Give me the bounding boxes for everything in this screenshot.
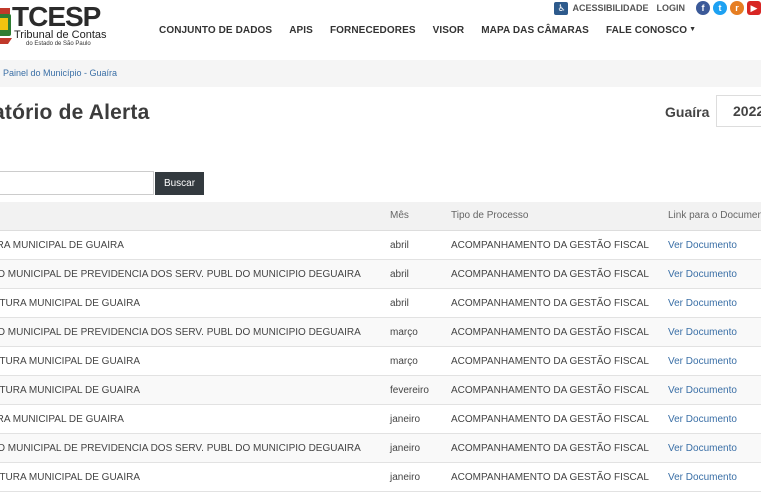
top-utility-bar: ♿ ACESSIBILIDADE LOGIN f t r ▶	[554, 0, 761, 16]
view-document-link[interactable]: Ver Documento	[668, 327, 737, 338]
cell-process-type: ACOMPANHAMENTO DA GESTÃO FISCAL	[451, 298, 649, 309]
cell-entity: EITURA MUNICIPAL DE GUAÍRA	[0, 298, 141, 309]
page-title: atório de Alerta	[0, 101, 150, 124]
view-document-link[interactable]: Ver Documento	[668, 414, 737, 425]
cell-month: março	[390, 327, 418, 338]
nav-apis[interactable]: APIS	[289, 25, 313, 36]
nav-fornecedores[interactable]: FORNECEDORES	[330, 25, 416, 36]
twitter-icon[interactable]: t	[713, 1, 727, 15]
breadcrumb[interactable]: Painel do Município - Guaíra	[3, 68, 117, 78]
table-row: EITURA MUNICIPAL DE GUAÍRA fevereiro ACOMP…	[0, 376, 761, 405]
table-row: ARA MUNICIPAL DE GUAÍRA janeiro ACOMPANHAM…	[0, 405, 761, 434]
view-document-link[interactable]: Ver Documento	[668, 298, 737, 309]
cell-month: janeiro	[390, 443, 421, 454]
cell-process-type: ACOMPANHAMENTO DA GESTÃO FISCAL	[451, 269, 649, 280]
search-input[interactable]	[0, 171, 154, 195]
view-document-link[interactable]: Ver Documento	[668, 269, 737, 280]
cell-entity: ARA MUNICIPAL DE GUAÍRA	[0, 414, 124, 425]
cell-month: fevereiro	[390, 385, 429, 396]
site-header: TCESP Tribunal de Contas do Estado de Sã…	[0, 0, 761, 60]
logo-title: TCESP	[12, 1, 101, 32]
city-label: Guaíra	[665, 104, 710, 120]
nav-fale-conosco-label: FALE CONOSCO	[605, 25, 688, 36]
cell-entity: EITURA MUNICIPAL DE GUAÍRA	[0, 385, 141, 396]
cell-month: abril	[390, 298, 409, 309]
logo-subtitle-small: do Estado de São Paulo	[26, 41, 91, 47]
tcesp-logo[interactable]: TCESP Tribunal de Contas do Estado de Sã…	[0, 2, 125, 48]
table-body: ARA MUNICIPAL DE GUAÍRA abril ACOMPANHAMEN…	[0, 231, 761, 492]
table-row: EITURA MUNICIPAL DE GUAÍRA janeiro ACOMPAN…	[0, 463, 761, 492]
cell-entity: EITURA MUNICIPAL DE GUAÍRA	[0, 356, 141, 367]
cell-process-type: ACOMPANHAMENTO DA GESTÃO FISCAL	[451, 443, 649, 454]
table-row: DO MUNICIPAL DE PREVIDENCIA DOS SERV. PU…	[0, 318, 761, 347]
cell-process-type: ACOMPANHAMENTO DA GESTÃO FISCAL	[451, 356, 649, 367]
facebook-icon[interactable]: f	[696, 1, 710, 15]
view-document-link[interactable]: Ver Documento	[668, 443, 737, 454]
view-document-link[interactable]: Ver Documento	[668, 356, 737, 367]
cell-month: janeiro	[390, 414, 421, 425]
nav-visor[interactable]: VISOR	[433, 25, 465, 36]
cell-entity: EITURA MUNICIPAL DE GUAÍRA	[0, 472, 141, 483]
alerts-table: o Mês Tipo de Processo Link para o Docum…	[0, 202, 761, 492]
cell-process-type: ACOMPANHAMENTO DA GESTÃO FISCAL	[451, 327, 649, 338]
cell-process-type: ACOMPANHAMENTO DA GESTÃO FISCAL	[451, 385, 649, 396]
cell-entity: ARA MUNICIPAL DE GUAÍRA	[0, 240, 124, 251]
cell-entity: DO MUNICIPAL DE PREVIDENCIA DOS SERV. PU…	[0, 269, 361, 280]
accessibility-icon[interactable]: ♿	[554, 1, 569, 15]
cell-entity: DO MUNICIPAL DE PREVIDENCIA DOS SERV. PU…	[0, 327, 361, 338]
view-document-link[interactable]: Ver Documento	[668, 385, 737, 396]
cell-month: abril	[390, 269, 409, 280]
header-entity[interactable]: o	[0, 210, 375, 221]
cell-process-type: ACOMPANHAMENTO DA GESTÃO FISCAL	[451, 240, 649, 251]
accessibility-link[interactable]: ACESSIBILIDADE	[572, 3, 648, 13]
nav-mapa-das-camaras[interactable]: MAPA DAS CÂMARAS	[481, 25, 589, 36]
header-month[interactable]: Mês	[390, 210, 409, 221]
logo-subtitle: Tribunal de Contas	[14, 29, 107, 41]
nav-conjunto-de-dados[interactable]: CONJUNTO DE DADOS	[159, 25, 272, 36]
view-document-link[interactable]: Ver Documento	[668, 240, 737, 251]
nav-fale-conosco[interactable]: FALE CONOSCO ▼	[606, 25, 696, 36]
table-row: DO MUNICIPAL DE PREVIDENCIA DOS SERV. PU…	[0, 434, 761, 463]
table-row: ARA MUNICIPAL DE GUAÍRA abril ACOMPANHAMEN…	[0, 231, 761, 260]
cell-month: janeiro	[390, 472, 421, 483]
main-nav: CONJUNTO DE DADOS APIS FORNECEDORES VISO…	[159, 25, 713, 36]
year-select[interactable]: 2022	[716, 95, 761, 127]
view-document-link[interactable]: Ver Documento	[668, 472, 737, 483]
search-button[interactable]: Buscar	[155, 172, 204, 195]
table-row: DO MUNICIPAL DE PREVIDENCIA DOS SERV. PU…	[0, 260, 761, 289]
cell-month: março	[390, 356, 418, 367]
cell-month: abril	[390, 240, 409, 251]
youtube-icon[interactable]: ▶	[747, 1, 761, 15]
cell-process-type: ACOMPANHAMENTO DA GESTÃO FISCAL	[451, 414, 649, 425]
header-document-link[interactable]: Link para o Documento	[668, 210, 761, 221]
table-row: EITURA MUNICIPAL DE GUAÍRA março ACOMPANHA…	[0, 347, 761, 376]
table-row: EITURA MUNICIPAL DE GUAÍRA abril ACOMPANHA…	[0, 289, 761, 318]
breadcrumb-bar: Painel do Município - Guaíra	[0, 60, 761, 87]
cell-process-type: ACOMPANHAMENTO DA GESTÃO FISCAL	[451, 472, 649, 483]
cell-entity: DO MUNICIPAL DE PREVIDENCIA DOS SERV. PU…	[0, 443, 361, 454]
rss-icon[interactable]: r	[730, 1, 744, 15]
header-process-type[interactable]: Tipo de Processo	[451, 210, 528, 221]
login-link[interactable]: LOGIN	[657, 3, 686, 13]
caret-down-icon: ▼	[689, 26, 697, 33]
table-header: o Mês Tipo de Processo Link para o Docum…	[0, 202, 761, 231]
